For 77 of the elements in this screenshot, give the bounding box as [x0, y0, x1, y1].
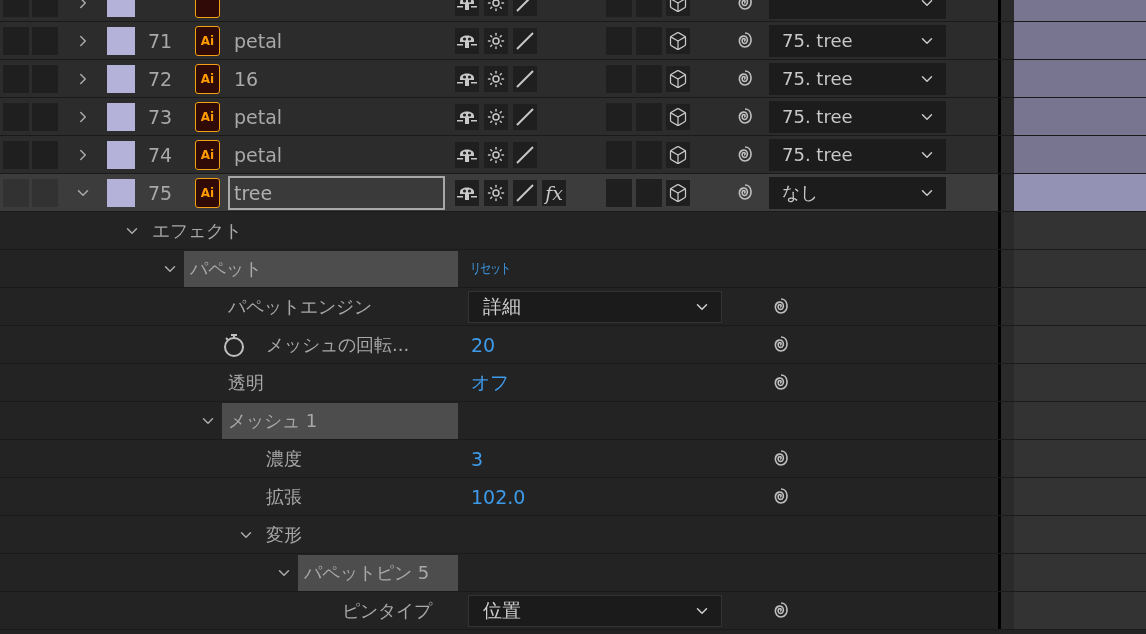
illustrator-file-icon: Ai: [195, 101, 220, 132]
sun-icon[interactable]: [484, 179, 508, 206]
illustrator-file-icon: Ai: [195, 139, 220, 170]
sun-icon[interactable]: [484, 65, 508, 92]
label-swatch[interactable]: [107, 64, 135, 93]
layer-row[interactable]: 71 Ai petal 75. tree: [0, 22, 1146, 60]
blend-switch[interactable]: [606, 178, 632, 207]
property-label: 濃度: [265, 446, 303, 471]
group-header: メッシュ 1: [222, 402, 458, 439]
parent-dropdown[interactable]: 75. tree: [769, 100, 946, 133]
parent-dropdown[interactable]: 75. tree: [769, 24, 946, 57]
slash-icon: [515, 106, 535, 127]
label-swatch[interactable]: [107, 140, 135, 169]
layer-row[interactable]: 75 Ai tree fx なし: [0, 174, 1146, 212]
property-dropdown[interactable]: 詳細: [468, 290, 722, 323]
slash-icon: [515, 68, 535, 89]
slash-switch[interactable]: [513, 141, 537, 168]
property-label: ピンタイプ: [341, 598, 434, 623]
property-label: 拡張: [265, 484, 303, 509]
cube-icon[interactable]: [666, 103, 690, 130]
layer-number: 74: [147, 143, 174, 166]
parent-dropdown[interactable]: 75. tree: [769, 138, 946, 171]
property-label: 透明: [227, 370, 265, 395]
layer-number: 75: [147, 181, 174, 204]
illustrator-file-icon: Ai: [195, 177, 220, 208]
sun-icon[interactable]: [484, 27, 508, 54]
slash-icon: [515, 144, 535, 165]
cube-icon[interactable]: [666, 27, 690, 54]
effects-switch[interactable]: fx: [542, 179, 566, 206]
slash-switch[interactable]: [513, 179, 537, 206]
label-swatch[interactable]: [107, 178, 135, 207]
slash-icon: [515, 30, 535, 51]
property-dropdown[interactable]: 位置: [468, 594, 722, 627]
parent-dropdown[interactable]: なし: [769, 176, 946, 209]
property-value[interactable]: 20: [468, 333, 496, 356]
slash-switch[interactable]: [513, 65, 537, 92]
label-swatch[interactable]: [107, 26, 135, 55]
property-value[interactable]: 3: [468, 447, 484, 470]
cube-icon[interactable]: [666, 179, 690, 206]
group-header: パペットピン 5: [298, 554, 458, 591]
property-label: メッシュの回転...: [265, 332, 411, 357]
slash-switch[interactable]: [513, 27, 537, 54]
property-value[interactable]: 102.0: [468, 485, 526, 508]
cube-icon[interactable]: [666, 141, 690, 168]
property-label: 変形: [265, 522, 303, 547]
layer-number: 73: [147, 105, 174, 128]
layer-name[interactable]: 16: [228, 67, 259, 90]
reset-link[interactable]: リセット: [468, 259, 510, 278]
shy-switch[interactable]: [455, 103, 479, 130]
layer-number: 72: [147, 67, 174, 90]
label-swatch[interactable]: [107, 102, 135, 131]
sun-icon[interactable]: [484, 103, 508, 130]
sun-icon[interactable]: [484, 141, 508, 168]
layer-number: 71: [147, 29, 174, 52]
stopwatch-icon[interactable]: [222, 331, 246, 358]
illustrator-file-icon: Ai: [195, 63, 220, 94]
property-label: エフェクト: [151, 218, 243, 243]
property-value[interactable]: オフ: [468, 369, 509, 396]
shy-switch[interactable]: [455, 141, 479, 168]
illustrator-file-icon: Ai: [195, 25, 220, 56]
layer-name[interactable]: petal: [228, 143, 283, 166]
adjustment-switch[interactable]: [636, 178, 662, 207]
property-label: パペットエンジン: [227, 294, 373, 319]
shy-switch[interactable]: [455, 27, 479, 54]
layer-name-field[interactable]: tree: [228, 175, 445, 210]
group-header: パペット: [184, 250, 458, 287]
slash-switch[interactable]: [513, 103, 537, 130]
cube-icon[interactable]: [666, 65, 690, 92]
slash-icon: [515, 182, 535, 203]
shy-switch[interactable]: [455, 65, 479, 92]
shy-switch[interactable]: [455, 179, 479, 206]
layer-row[interactable]: 72 Ai 16 75. tree: [0, 60, 1146, 98]
layer-row[interactable]: 74 Ai petal 75. tree: [0, 136, 1146, 174]
layer-row[interactable]: 73 Ai petal 75. tree: [0, 98, 1146, 136]
layer-name[interactable]: petal: [228, 105, 283, 128]
parent-dropdown[interactable]: 75. tree: [769, 62, 946, 95]
layer-name[interactable]: petal: [228, 29, 283, 52]
